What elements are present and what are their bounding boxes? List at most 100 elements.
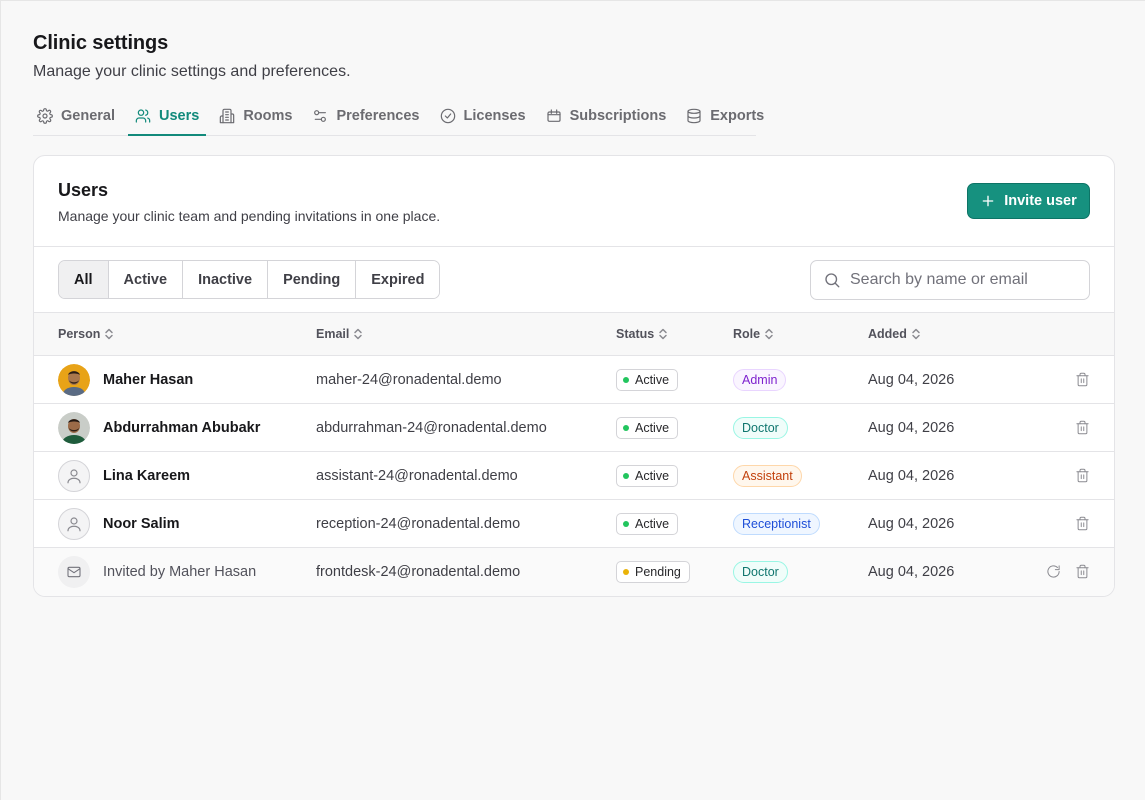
resend-invite-button[interactable] (1046, 564, 1061, 579)
settings-tabs: General Users Rooms Preferences Licenses… (33, 97, 764, 136)
tab-preferences[interactable]: Preferences (305, 97, 426, 135)
status-label: Active (635, 420, 670, 435)
actions-cell (1075, 500, 1090, 547)
filter-inactive[interactable]: Inactive (183, 261, 269, 298)
role-cell: Assistant (733, 452, 802, 499)
role-cell: Doctor (733, 548, 788, 595)
user-icon (67, 468, 81, 483)
column-header-role[interactable]: Role (733, 313, 774, 355)
status-cell: Pending (616, 548, 690, 595)
users-card-header: Users Manage your clinic team and pendin… (34, 156, 1114, 247)
avatar (58, 363, 90, 396)
filter-active[interactable]: Active (108, 261, 184, 298)
database-icon (687, 108, 701, 124)
users-card: Users Manage your clinic team and pendin… (33, 155, 1115, 597)
table-row[interactable]: Maher Hasan maher-24@ronadental.demo Act… (34, 356, 1114, 404)
trash-icon (1076, 372, 1089, 387)
sort-icon (765, 328, 773, 340)
person-name: Maher Hasan (103, 371, 194, 388)
role-badge: Receptionist (733, 512, 820, 535)
status-cell: Active (616, 404, 679, 451)
added-cell: Aug 04, 2026 (868, 371, 955, 388)
status-dot (623, 568, 629, 575)
status-dot (623, 520, 629, 527)
sliders-icon (314, 110, 327, 122)
table-row[interactable]: Noor Salim reception-24@ronadental.demo … (34, 500, 1114, 548)
column-label: Status (616, 327, 655, 341)
email-cell: reception-24@ronadental.demo (316, 515, 521, 532)
actions-cell (1075, 404, 1090, 451)
page-subtitle: Manage your clinic settings and preferen… (33, 63, 351, 80)
sort-icon (912, 328, 920, 340)
ticket-icon (546, 109, 561, 122)
tab-general[interactable]: General (33, 97, 122, 135)
column-header-added[interactable]: Added (868, 313, 921, 355)
email-cell: abdurrahman-24@ronadental.demo (316, 419, 547, 436)
column-label: Email (316, 327, 350, 341)
added-cell: Aug 04, 2026 (868, 467, 955, 484)
users-toolbar: All Active Inactive Pending Expired (34, 247, 1114, 312)
tab-label: Rooms (243, 108, 293, 124)
users-card-title: Users (58, 180, 109, 200)
table-row[interactable]: Abdurrahman Abubakr abdurrahman-24@ronad… (34, 404, 1114, 452)
column-header-person[interactable]: Person (58, 313, 114, 355)
status-cell: Active (616, 452, 679, 499)
tab-subscriptions[interactable]: Subscriptions (539, 97, 674, 135)
plus-icon (982, 195, 994, 207)
email-cell: frontdesk-24@ronadental.demo (316, 563, 521, 580)
users-icon (135, 109, 151, 123)
gear-icon (37, 108, 53, 124)
column-header-email[interactable]: Email (316, 313, 363, 355)
filter-expired[interactable]: Expired (356, 261, 440, 298)
status-cell: Active (616, 356, 679, 403)
trash-icon (1076, 564, 1089, 579)
status-badge: Active (616, 368, 679, 391)
added-cell: Aug 04, 2026 (868, 515, 955, 532)
added-cell: Aug 04, 2026 (868, 419, 955, 436)
person-name: Lina Kareem (103, 467, 191, 484)
trash-icon (1076, 420, 1089, 435)
status-dot (623, 424, 629, 431)
delete-user-button[interactable] (1075, 420, 1090, 435)
column-label: Person (58, 327, 101, 341)
role-badge: Admin (733, 368, 787, 391)
tab-label: Preferences (336, 108, 420, 124)
table-row[interactable]: Invited by Maher Hasan frontdesk-24@rona… (34, 548, 1114, 596)
tab-licenses[interactable]: Licenses (433, 97, 533, 135)
users-card-subtitle: Manage your clinic team and pending invi… (58, 208, 441, 224)
table-row[interactable]: Lina Kareem assistant-24@ronadental.demo… (34, 452, 1114, 500)
tab-rooms[interactable]: Rooms (212, 97, 299, 135)
avatar-photo-icon (58, 363, 90, 396)
filter-pending[interactable]: Pending (268, 261, 357, 298)
search-input[interactable] (850, 271, 1077, 289)
tab-label: Users (159, 108, 200, 124)
trash-icon (1076, 516, 1089, 531)
column-header-status[interactable]: Status (616, 313, 668, 355)
delete-user-button[interactable] (1075, 468, 1090, 483)
email-cell: maher-24@ronadental.demo (316, 371, 502, 388)
delete-user-button[interactable] (1075, 372, 1090, 387)
role-badge: Doctor (733, 416, 788, 439)
tab-label: Licenses (463, 108, 526, 124)
tab-label: Subscriptions (569, 108, 667, 124)
tab-exports[interactable]: Exports (679, 97, 771, 135)
person-cell: Maher Hasan (58, 356, 193, 403)
person-name: Noor Salim (103, 515, 180, 532)
avatar-photo-icon (58, 411, 90, 444)
tab-label: Exports (710, 108, 765, 124)
refresh-icon (1047, 565, 1060, 578)
column-label: Added (868, 327, 907, 341)
tab-users[interactable]: Users (128, 97, 207, 136)
delete-user-button[interactable] (1075, 516, 1090, 531)
trash-icon (1076, 468, 1089, 483)
user-icon (67, 516, 81, 531)
status-badge: Pending (616, 560, 690, 583)
person-name: Abdurrahman Abubakr (103, 419, 261, 436)
invite-user-button[interactable]: Invite user (967, 183, 1090, 219)
status-label: Active (635, 372, 670, 387)
sort-icon (354, 328, 363, 340)
filter-all[interactable]: All (59, 261, 109, 298)
person-cell: Invited by Maher Hasan (58, 548, 256, 595)
delete-invite-button[interactable] (1075, 564, 1090, 579)
building-icon (220, 108, 235, 124)
